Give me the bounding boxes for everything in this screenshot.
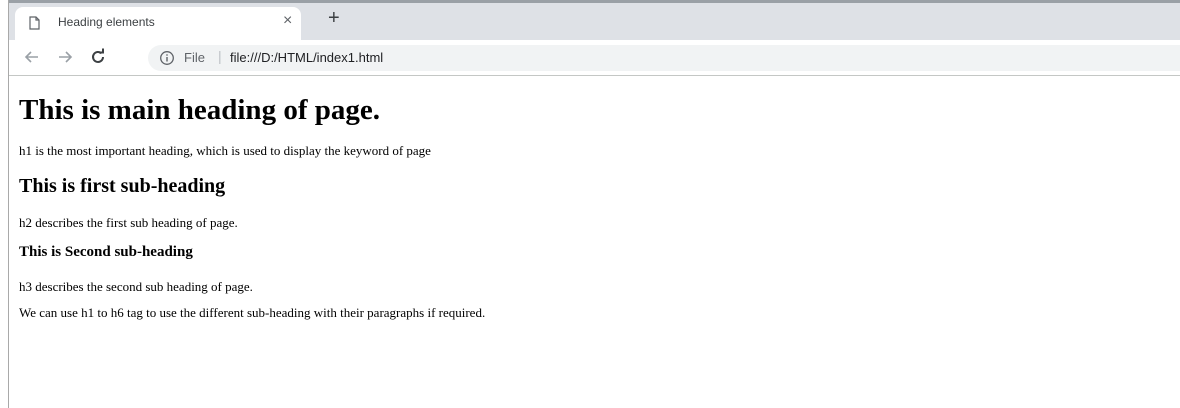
- page-icon: [29, 16, 40, 30]
- file-scheme-label: File: [184, 50, 205, 65]
- first-sub-heading: This is first sub-heading: [19, 175, 226, 197]
- back-arrow-icon[interactable]: [22, 47, 42, 67]
- usage-paragraph: We can use h1 to h6 tag to use the diffe…: [19, 305, 486, 320]
- main-heading: This is main heading of page.: [19, 94, 380, 126]
- window-left-edge: [0, 0, 9, 408]
- tab-title: Heading elements: [58, 15, 155, 29]
- tab-strip: Heading elements × +: [9, 0, 1180, 40]
- second-sub-heading: This is Second sub-heading: [19, 244, 193, 260]
- info-icon[interactable]: [159, 50, 175, 66]
- reload-icon[interactable]: [88, 47, 108, 67]
- h2-description: h2 describes the first sub heading of pa…: [19, 215, 238, 230]
- address-separator: |: [218, 48, 222, 64]
- url-text[interactable]: file:///D:/HTML/index1.html: [230, 50, 383, 65]
- address-bar[interactable]: File | file:///D:/HTML/index1.html: [148, 45, 1180, 71]
- h3-description: h3 describes the second sub heading of p…: [19, 279, 253, 294]
- browser-toolbar: File | file:///D:/HTML/index1.html: [9, 40, 1180, 76]
- forward-arrow-icon[interactable]: [55, 47, 75, 67]
- h1-description: h1 is the most important heading, which …: [19, 143, 431, 158]
- tab-close-icon[interactable]: ×: [283, 12, 292, 30]
- new-tab-icon[interactable]: +: [328, 8, 340, 28]
- tab-heading-elements[interactable]: Heading elements ×: [15, 7, 301, 40]
- page-content: This is main heading of page. h1 is the …: [19, 78, 1180, 408]
